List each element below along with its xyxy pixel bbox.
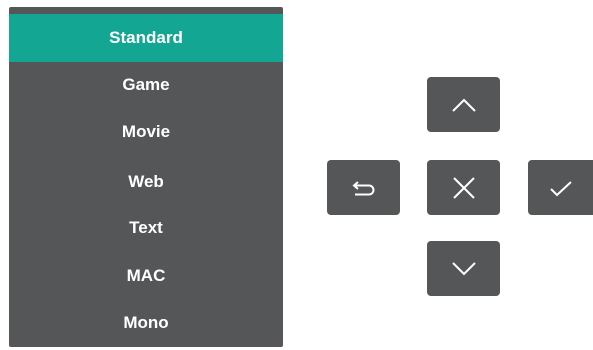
back-button[interactable] [327, 160, 400, 215]
menu-item-label: Text [129, 218, 163, 237]
menu-item-standard[interactable]: Standard [9, 14, 283, 62]
menu-item-web[interactable]: Web [9, 158, 283, 206]
menu-item-label: Mono [123, 313, 169, 332]
menu-item-movie[interactable]: Movie [9, 108, 283, 156]
menu-item-label: Game [122, 75, 170, 94]
menu-item-label: Standard [109, 28, 183, 47]
chevron-down-icon [451, 261, 477, 277]
menu-item-mac[interactable]: MAC [9, 252, 283, 300]
down-button[interactable] [427, 241, 500, 296]
confirm-button[interactable] [528, 160, 593, 215]
close-button[interactable] [427, 160, 500, 215]
close-icon [451, 175, 477, 201]
menu-item-label: Movie [121, 122, 171, 141]
menu-item-mono[interactable]: Mono [9, 299, 283, 347]
up-button[interactable] [427, 77, 500, 132]
menu-item-label: MAC [126, 266, 166, 285]
menu-item-label: Web [128, 172, 164, 191]
chevron-up-icon [451, 97, 477, 113]
picture-mode-menu: Standard Game Movie Web Text MAC Mono [9, 7, 283, 347]
return-icon [351, 178, 377, 198]
menu-item-game[interactable]: Game [9, 61, 283, 109]
checkmark-icon [548, 178, 574, 198]
menu-item-text[interactable]: Text [9, 204, 283, 252]
